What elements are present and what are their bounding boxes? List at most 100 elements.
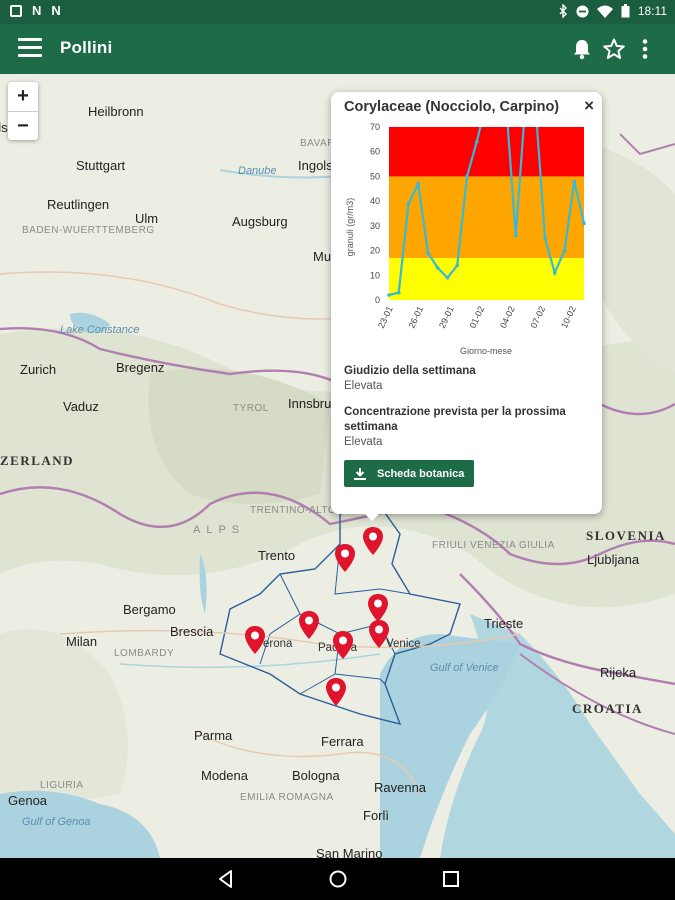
city-label: Genoa [8,793,48,808]
city-label: Brescia [170,624,214,639]
city-label: Stuttgart [76,158,126,173]
chart-point [572,179,577,184]
back-icon[interactable] [216,869,236,889]
chart-xlabel: Giorno-mese [460,346,512,356]
map-pin-icon[interactable] [325,677,347,707]
city-label: Rijeka [600,665,637,680]
city-label: Trento [258,548,296,563]
chart-ytick-label: 20 [370,246,380,256]
battery-icon [621,4,630,18]
pollen-chart: 0 10 20 30 40 50 60 70 23-01 26-01 29-01 01-02 04-0… [345,122,586,356]
city-label: Vaduz [63,399,99,414]
chart-ytick-label: 0 [375,295,380,305]
chart-point [435,266,440,270]
forecast-label: Concentrazione prevista per la prossima … [344,406,566,433]
zoom-in-button[interactable]: + [8,82,38,111]
chart-point [445,275,450,280]
download-icon [354,467,366,480]
chart-band [389,127,584,177]
map-pin-icon[interactable] [244,625,266,655]
chart-point [387,293,391,297]
chart-xtick-label: 23-01 [376,305,395,330]
bluetooth-icon [559,4,567,18]
chart-xtick-label: 10-02 [559,305,578,330]
chart-point [513,233,518,238]
menu-icon[interactable] [18,38,42,60]
popup-pointer [363,512,381,521]
water-label: Gulf of Genoa [22,816,91,828]
city-label: Venice [386,638,421,650]
city-label: Ulm [135,211,159,226]
chart-point [552,271,557,275]
region-label: EMILIA ROMAGNA [240,792,334,803]
more-vert-icon[interactable] [633,37,657,61]
city-label: Reutlingen [47,197,110,212]
chart-point [562,248,567,253]
city-label: Bregenz [116,360,165,375]
chart-ytick-label: 30 [370,221,380,231]
chart-ytick-label: 70 [370,122,380,132]
map-pin-icon[interactable] [368,619,390,649]
map-pin-icon[interactable] [362,526,384,556]
forecast-value: Elevata [344,436,383,448]
recents-icon[interactable] [441,869,461,889]
weekly-judgment-value: Elevata [344,380,383,392]
region-label: TYROL [233,403,269,414]
water-label: Gulf of Venice [430,662,499,674]
dnd-icon [576,5,589,17]
chart-xtick-label: 29-01 [437,305,456,330]
chart-point [406,201,411,206]
region-label: BADEN-WUERTTEMBERG [22,225,155,236]
chart-point [474,140,479,144]
country-label: SWITZERLAND [0,453,75,468]
zoom-control: + − [8,82,38,140]
city-label: Augsburg [232,214,288,229]
botanical-sheet-button[interactable]: Scheda botanica [344,460,474,487]
botanical-sheet-label: Scheda botanica [377,467,465,480]
chart-point [455,263,460,268]
clock: 18:11 [637,4,667,18]
close-icon[interactable]: × [584,96,594,116]
bell-icon[interactable] [570,37,594,61]
chart-xtick-label: 01-02 [468,305,487,330]
star-icon[interactable] [602,37,626,61]
map-pin-icon[interactable] [334,543,356,573]
image-icon [10,5,22,17]
chart-ytick-label: 40 [370,196,380,206]
city-label: Heilbronn [88,104,144,119]
chart-xtick-label: 07-02 [529,305,548,330]
chart-ytick-label: 10 [370,270,380,280]
map-pin-icon[interactable] [332,630,354,660]
city-label: Zurich [20,362,57,377]
chart-point [426,251,430,255]
n-icon: N [51,3,61,18]
app-toolbar: Pollini [0,24,675,74]
wifi-icon [596,5,613,18]
chart-point [543,236,547,241]
region-label: LOMBARDY [114,648,175,659]
zoom-out-button[interactable]: − [8,111,38,140]
pollen-popup: Corylaceae (Nocciolo, Carpino) × 0 10 20 30… [331,92,602,514]
city-label: Parma [194,728,233,743]
chart-band [389,257,584,300]
city-label: Forlì [363,808,389,823]
water-label: Danube [238,165,277,177]
region-label: FRIULI VENEZIA GIULIA [432,540,555,551]
chart-ytick-label: 60 [370,147,380,157]
country-label: CROATIA [572,701,643,716]
region-label: ALPS [193,524,246,536]
city-label: San Marino [316,846,383,858]
chart-point [416,182,421,186]
home-icon[interactable] [328,869,348,889]
country-label: SLOVENIA [586,528,666,543]
water-label: Lake Constance [60,324,140,336]
city-label: Ravenna [374,780,427,795]
chart-point [465,174,469,179]
city-label: Bergamo [123,602,176,617]
map-pin-icon[interactable] [298,610,320,640]
popup-title: Corylaceae (Nocciolo, Carpino) [344,99,560,115]
city-label: Ferrara [321,734,364,749]
city-label: Milan [66,634,98,649]
system-nav-bar [0,858,675,900]
city-label: Ljubljana [587,552,640,567]
